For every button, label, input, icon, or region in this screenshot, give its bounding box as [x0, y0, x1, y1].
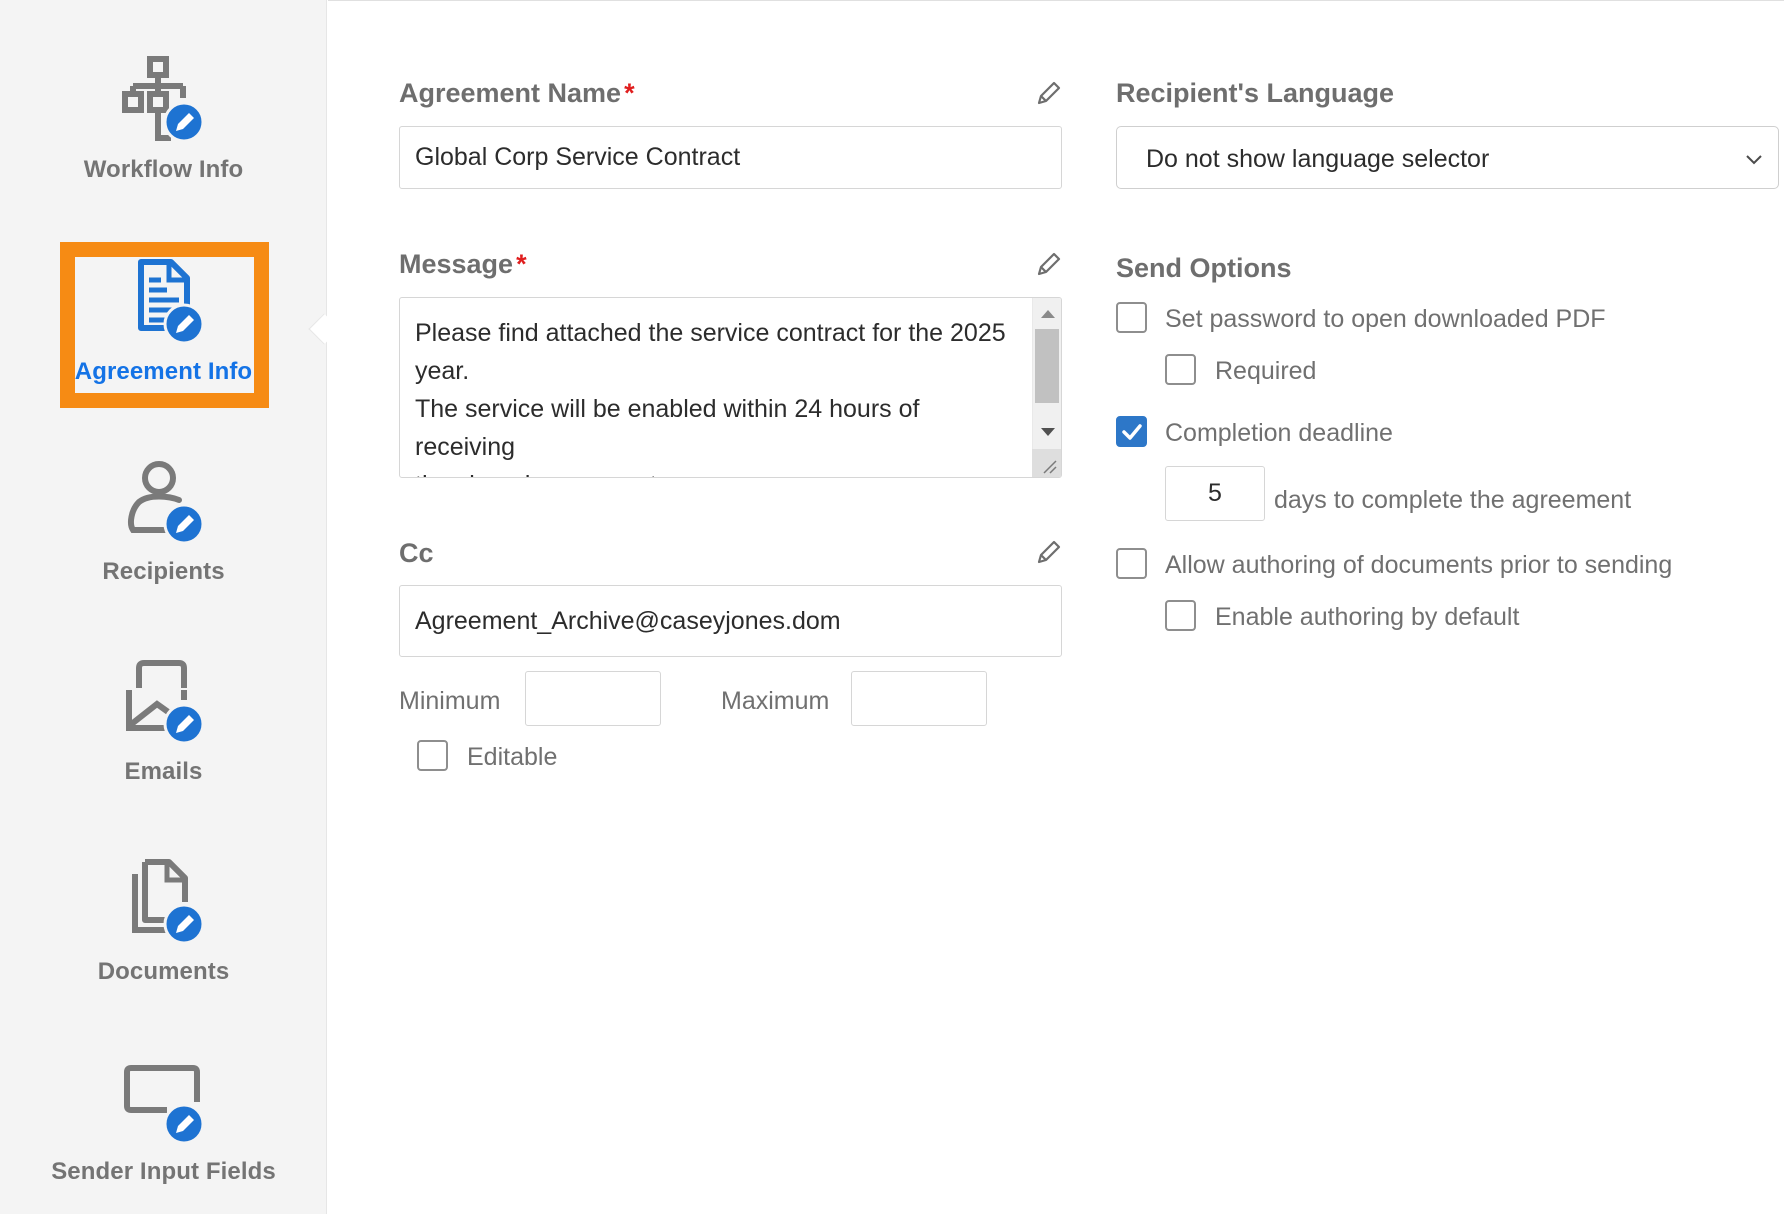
- recipient-language-value: Do not show language selector: [1146, 145, 1490, 173]
- sidebar-item-agreement-info[interactable]: Agreement Info: [0, 258, 327, 386]
- input-field-icon: [121, 1058, 207, 1150]
- days-to-complete-label: days to complete the agreement: [1274, 486, 1632, 514]
- agreement-name-input[interactable]: [399, 126, 1062, 189]
- agreement-name-label: Agreement Name *: [399, 78, 635, 109]
- edit-agreement-name-pencil-icon[interactable]: [1034, 80, 1062, 108]
- message-label-text: Message: [399, 249, 514, 279]
- maximum-input[interactable]: [851, 671, 987, 726]
- edit-message-pencil-icon[interactable]: [1034, 251, 1062, 279]
- scroll-up-arrow-icon[interactable]: [1041, 310, 1055, 318]
- sidebar-item-sender-input-fields[interactable]: Sender Input Fields: [0, 1058, 327, 1186]
- recipient-language-select[interactable]: Do not show language selector: [1116, 126, 1779, 189]
- checkmark-icon: [1122, 424, 1142, 440]
- sidebar-item-label: Recipients: [102, 558, 225, 585]
- sidebar: Workflow Info Agreement Info Recipients: [0, 0, 327, 1214]
- editable-label[interactable]: Editable: [467, 743, 557, 772]
- recipient-language-label: Recipient's Language: [1116, 78, 1394, 108]
- sidebar-item-emails[interactable]: Emails: [0, 658, 327, 786]
- chevron-down-icon: [1746, 155, 1762, 165]
- allow-authoring-label[interactable]: Allow authoring of documents prior to se…: [1165, 551, 1672, 580]
- completion-deadline-label[interactable]: Completion deadline: [1165, 419, 1393, 448]
- send-options-title: Send Options: [1116, 253, 1292, 283]
- sidebar-item-label: Emails: [124, 758, 203, 785]
- password-required-label[interactable]: Required: [1215, 357, 1316, 386]
- set-password-label[interactable]: Set password to open downloaded PDF: [1165, 305, 1606, 334]
- workflow-icon: [121, 56, 207, 148]
- message-textarea[interactable]: Please find attached the service contrac…: [399, 297, 1062, 478]
- scroll-thumb[interactable]: [1035, 329, 1059, 403]
- sidebar-item-label: Sender Input Fields: [51, 1158, 276, 1185]
- cc-input[interactable]: [399, 585, 1062, 657]
- edit-cc-pencil-icon[interactable]: [1034, 539, 1062, 567]
- enable-authoring-default-label[interactable]: Enable authoring by default: [1215, 603, 1519, 632]
- sidebar-item-documents[interactable]: Documents: [0, 858, 327, 986]
- maximum-label: Maximum: [721, 687, 830, 715]
- sidebar-item-recipients[interactable]: Recipients: [0, 458, 327, 586]
- email-icon: [121, 658, 207, 750]
- document-icon: [121, 258, 207, 350]
- scroll-down-arrow-icon[interactable]: [1041, 428, 1055, 436]
- editable-checkbox[interactable]: [417, 740, 448, 771]
- enable-authoring-default-checkbox[interactable]: [1165, 600, 1196, 631]
- required-marker: *: [516, 249, 527, 279]
- set-password-checkbox[interactable]: [1116, 302, 1147, 333]
- documents-icon: [121, 858, 207, 950]
- allow-authoring-checkbox[interactable]: [1116, 548, 1147, 579]
- resize-grip-icon[interactable]: [1032, 449, 1061, 477]
- minimum-label: Minimum: [399, 687, 501, 715]
- user-icon: [121, 458, 207, 550]
- minimum-input[interactable]: [525, 671, 661, 726]
- message-label: Message *: [399, 249, 527, 280]
- cc-label: Cc: [399, 538, 434, 568]
- agreement-name-label-text: Agreement Name: [399, 78, 622, 108]
- sidebar-item-label: Agreement Info: [74, 358, 253, 385]
- sidebar-item-workflow-info[interactable]: Workflow Info: [0, 56, 327, 184]
- password-required-checkbox[interactable]: [1165, 354, 1196, 385]
- message-text[interactable]: Please find attached the service contrac…: [415, 314, 1021, 477]
- required-marker: *: [624, 78, 635, 108]
- sidebar-item-label: Documents: [97, 958, 230, 985]
- completion-deadline-checkbox[interactable]: [1116, 416, 1147, 447]
- sidebar-item-label: Workflow Info: [83, 156, 244, 183]
- days-to-complete-input[interactable]: [1165, 466, 1265, 521]
